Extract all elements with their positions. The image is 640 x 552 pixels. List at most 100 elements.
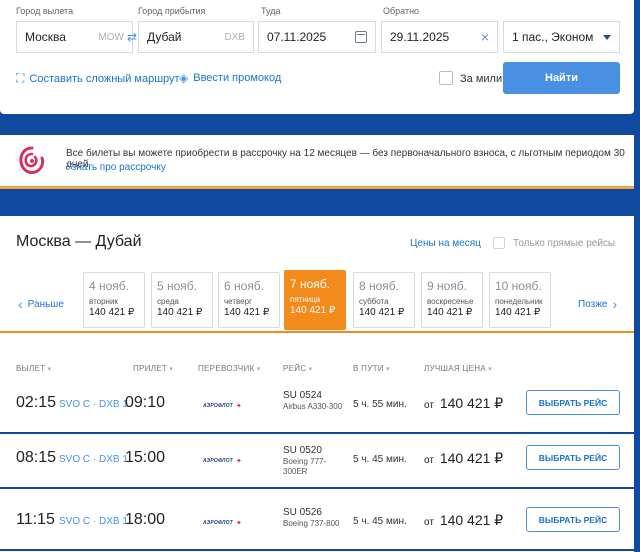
to-value: Дубай bbox=[147, 30, 182, 44]
date-option-weekday: четверг bbox=[224, 297, 252, 306]
date-option-price: 140 421 ₽ bbox=[89, 307, 135, 318]
return-date-value: 29.11.2025 bbox=[390, 30, 450, 44]
flight-row: 11:15 SVO C · DXB 1 18:00 АЭРОФЛОТ ✦ SU 0526 B… bbox=[0, 493, 634, 551]
clear-icon[interactable]: × bbox=[481, 29, 489, 45]
direct-only-label: Только прямые рейсы bbox=[513, 238, 616, 249]
month-prices-link[interactable]: Цены на месяц bbox=[410, 238, 481, 249]
flight-duration: 5 ч. 45 мин. bbox=[353, 516, 407, 527]
date-option-price: 140 421 ₽ bbox=[224, 307, 270, 318]
airports[interactable]: SVO C · DXB 1 bbox=[59, 454, 128, 465]
miles-checkbox[interactable] bbox=[439, 71, 453, 85]
complex-route-label: Составить сложный маршрут bbox=[29, 72, 180, 85]
wing-icon: ✦ bbox=[235, 403, 243, 410]
carrier-name: АЭРОФЛОТ bbox=[203, 458, 233, 464]
depart-label: Туда bbox=[261, 6, 281, 16]
passengers-select[interactable]: 1 пас., Эконом bbox=[503, 21, 620, 53]
complex-route-link[interactable]: ⛶ Составить сложный маршрут bbox=[16, 71, 180, 86]
aircraft-type: Boeing 737-800 bbox=[283, 519, 340, 528]
earlier-label: Раньше bbox=[27, 298, 64, 310]
later-button[interactable]: Позже › bbox=[578, 296, 617, 312]
calendar-icon[interactable] bbox=[355, 31, 367, 43]
date-option-date: 4 нояб. bbox=[89, 279, 130, 293]
best-price: от 140 421 ₽ bbox=[424, 395, 503, 412]
from-field[interactable]: Москва MOW bbox=[16, 21, 133, 53]
swap-icon[interactable]: ⇄ bbox=[127, 30, 137, 44]
earlier-button[interactable]: ‹ Раньше bbox=[18, 296, 64, 312]
promo-code-link[interactable]: ◈ Ввести промокод bbox=[179, 71, 281, 85]
price-prefix: от bbox=[424, 455, 434, 466]
installment-link[interactable]: Узнать про рассрочку bbox=[66, 162, 166, 173]
date-option-date: 10 нояб. bbox=[495, 279, 542, 293]
date-option-price: 140 421 ₽ bbox=[157, 307, 203, 318]
tag-icon: ◈ bbox=[179, 71, 189, 85]
date-option[interactable]: 9 нояб. воскресенье 140 421 ₽ bbox=[421, 272, 483, 328]
best-price: от 140 421 ₽ bbox=[424, 450, 503, 467]
airports[interactable]: SVO C · DXB 1 bbox=[59, 516, 128, 527]
chevron-left-icon: ‹ bbox=[18, 296, 23, 312]
installment-banner: Все билеты вы можете приобрести в рассро… bbox=[0, 135, 634, 189]
date-option-weekday: суббота bbox=[359, 297, 389, 306]
arrival-time: 18:00 bbox=[125, 511, 166, 528]
date-option[interactable]: 4 нояб. вторник 140 421 ₽ bbox=[83, 272, 145, 328]
arrival-time: 09:10 bbox=[125, 394, 166, 411]
depart-date-field[interactable]: 07.11.2025 bbox=[258, 21, 376, 53]
col-flight[interactable]: РЕЙС bbox=[283, 364, 312, 373]
select-flight-button[interactable]: ВЫБРАТЬ РЕЙС bbox=[526, 507, 620, 532]
find-button[interactable]: Найти bbox=[503, 62, 620, 94]
passengers-value: 1 пас., Эконом bbox=[512, 30, 594, 44]
carrier-name: АЭРОФЛОТ bbox=[203, 520, 233, 526]
arrival-time: 15:00 bbox=[125, 449, 166, 466]
flight-number: SU 0526 bbox=[283, 507, 322, 518]
carrier-name: АЭРОФЛОТ bbox=[203, 403, 233, 409]
chevron-right-icon: › bbox=[612, 296, 618, 312]
date-option-date: 6 нояб. bbox=[224, 279, 265, 293]
date-option-date: 9 нояб. bbox=[427, 279, 468, 293]
aircraft-type: Boeing 777-300ER bbox=[283, 457, 327, 476]
col-duration[interactable]: В ПУТИ bbox=[353, 364, 390, 373]
miles-label: За мили bbox=[460, 73, 503, 85]
date-option-price: 140 421 ₽ bbox=[359, 307, 405, 318]
date-carousel-divider bbox=[0, 331, 634, 333]
date-option-date: 7 нояб. bbox=[290, 277, 331, 291]
select-flight-button[interactable]: ВЫБРАТЬ РЕЙС bbox=[526, 390, 620, 415]
flight-duration: 5 ч. 55 мин. bbox=[353, 399, 407, 410]
col-carrier[interactable]: ПЕРЕВОЗЧИК bbox=[198, 364, 261, 373]
route-title: Москва — Дубай bbox=[16, 233, 142, 250]
date-option[interactable]: 6 нояб. четверг 140 421 ₽ bbox=[218, 272, 280, 328]
later-label: Позже bbox=[578, 298, 608, 310]
to-field[interactable]: Дубай DXB bbox=[138, 21, 254, 53]
price-value: 140 421 ₽ bbox=[439, 395, 504, 411]
date-option-price: 140 421 ₽ bbox=[495, 307, 541, 318]
select-flight-button[interactable]: ВЫБРАТЬ РЕЙС bbox=[526, 445, 620, 470]
promo-code-label: Ввести промокод bbox=[193, 72, 282, 84]
aircraft-type: Airbus A330-300 bbox=[283, 402, 343, 411]
departure-time: 08:15 bbox=[16, 449, 57, 466]
col-departure[interactable]: ВЫЛЕТ bbox=[16, 364, 51, 373]
to-code: DXB bbox=[224, 31, 245, 43]
price-prefix: от bbox=[424, 517, 434, 528]
from-code: MOW bbox=[98, 31, 124, 43]
airports[interactable]: SVO C · DXB 1 bbox=[59, 399, 128, 410]
depart-date-value: 07.11.2025 bbox=[267, 30, 327, 44]
date-option[interactable]: 10 нояб. понедельник 140 421 ₽ bbox=[489, 272, 551, 328]
date-option[interactable]: 7 нояб. пятница 140 421 ₽ bbox=[284, 270, 346, 330]
carrier-logo: АЭРОФЛОТ ✦ bbox=[203, 402, 242, 410]
date-option-weekday: среда bbox=[157, 297, 179, 306]
from-label: Город вылета bbox=[16, 6, 74, 16]
installment-logo-icon bbox=[19, 146, 45, 174]
direct-only-checkbox[interactable] bbox=[493, 237, 505, 249]
carrier-logo: АЭРОФЛОТ ✦ bbox=[203, 519, 242, 527]
date-option-price: 140 421 ₽ bbox=[290, 305, 336, 316]
flight-number: SU 0524 bbox=[283, 390, 322, 401]
return-date-field[interactable]: 29.11.2025 × bbox=[381, 21, 498, 53]
date-option[interactable]: 5 нояб. среда 140 421 ₽ bbox=[151, 272, 213, 328]
col-best-price[interactable]: ЛУЧШАЯ ЦЕНА bbox=[424, 364, 492, 373]
flight-row: 02:15 SVO C · DXB 1 09:10 АЭРОФЛОТ ✦ SU 0524 A… bbox=[0, 376, 634, 434]
wing-icon: ✦ bbox=[235, 458, 243, 465]
from-value: Москва bbox=[25, 30, 66, 44]
date-option-weekday: вторник bbox=[89, 297, 118, 306]
date-option[interactable]: 8 нояб. суббота 140 421 ₽ bbox=[353, 272, 415, 328]
chevron-down-icon bbox=[603, 34, 611, 40]
return-label: Обратно bbox=[383, 6, 420, 16]
col-arrival[interactable]: ПРИЛЕТ bbox=[133, 364, 173, 373]
